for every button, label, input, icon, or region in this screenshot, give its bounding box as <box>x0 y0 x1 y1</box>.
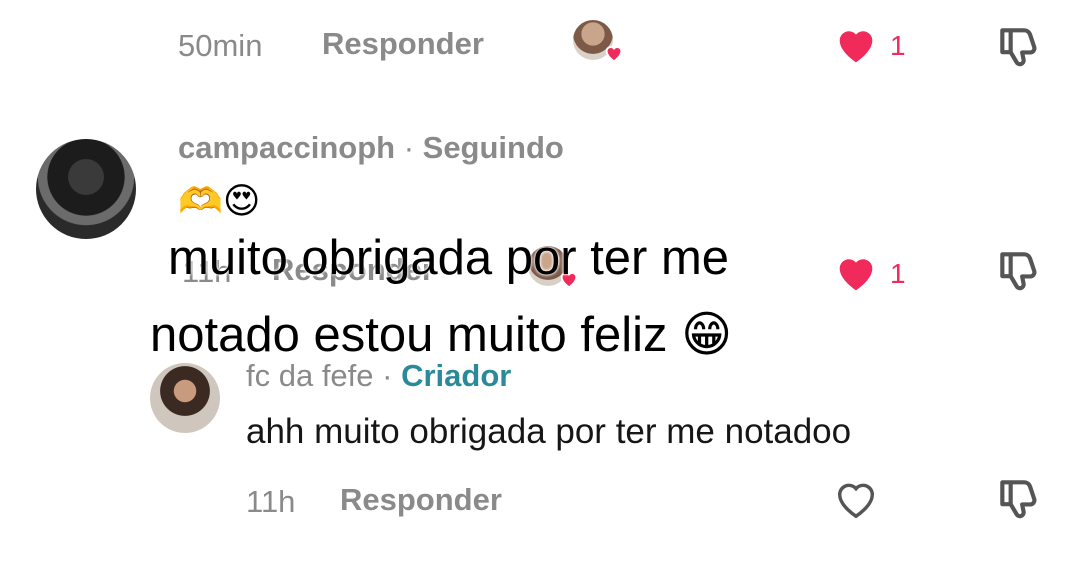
comment-body: 🫶😍 <box>178 180 261 221</box>
follow-status: Seguindo <box>422 130 564 165</box>
username[interactable]: fc da fefe <box>246 358 374 393</box>
overlay-caption-line-1: muito obrigada por ter me <box>168 231 730 285</box>
dislike-button[interactable] <box>994 22 1044 77</box>
reply-body: ahh muito obrigada por ter me notadoo <box>246 412 852 451</box>
dislike-icon <box>1000 28 1037 67</box>
creator-badge: Criador <box>401 358 512 393</box>
avatar[interactable] <box>36 139 136 239</box>
dislike-button[interactable] <box>994 474 1044 529</box>
avatar[interactable] <box>150 363 220 433</box>
separator: · <box>403 130 415 165</box>
heart-filled-icon <box>839 31 873 63</box>
reply-header: fc da fefe · Criador <box>246 358 511 394</box>
comment-header: campaccinoph · Seguindo <box>178 130 564 166</box>
like-button[interactable] <box>832 476 880 527</box>
comment-time: 11h <box>246 484 296 519</box>
reply-button[interactable]: Responder <box>340 482 502 518</box>
reply-button[interactable]: Responder <box>322 26 484 62</box>
username[interactable]: campaccinoph <box>178 130 395 165</box>
like-button[interactable] <box>832 22 880 73</box>
heart-outline-icon <box>837 483 875 519</box>
separator: · <box>382 358 393 393</box>
creator-liked-avatar-icon <box>573 20 629 68</box>
dislike-icon <box>1000 480 1037 519</box>
overlay-caption-line-2: notado estou muito feliz 😁 <box>150 308 733 362</box>
comment-time: 50min <box>178 28 263 63</box>
like-count: 1 <box>890 30 906 61</box>
